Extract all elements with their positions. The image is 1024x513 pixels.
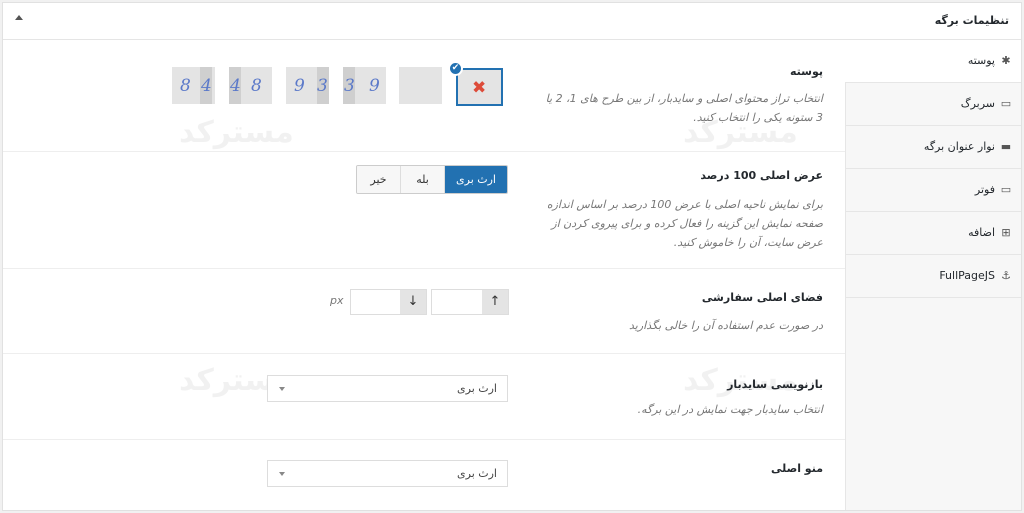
layout-option-8-4[interactable]: 8 4 xyxy=(172,67,215,104)
layout-digit: 3 xyxy=(317,76,328,96)
settings-content: مسترکد مسترکد مسترکد مسترکد پوسته انتخاب… xyxy=(3,41,845,510)
layout-option-full-width[interactable] xyxy=(399,67,442,104)
settings-tabs: ✱ پوسته ▭ سربرگ ▬ نوار عنوان برگه ▭ فوتر… xyxy=(845,40,1021,510)
spacing-top-input[interactable]: ↑ xyxy=(431,289,509,315)
extra-icon: ⊞ xyxy=(1001,226,1011,239)
fullwidth-yes-button[interactable]: بله xyxy=(401,166,445,193)
layout-digit: 4 xyxy=(230,76,241,96)
layout-option-3-9[interactable]: 3 9 xyxy=(343,67,386,104)
fullwidth-no-button[interactable]: خیر xyxy=(357,166,401,193)
spacing-description: در صورت عدم استفاده آن را خالی بگذارید xyxy=(629,319,823,332)
sidebar-select[interactable]: ارث بری xyxy=(267,375,508,402)
spacing-label: فضای اصلی سفارشی xyxy=(701,291,823,304)
caret-down-icon xyxy=(279,387,285,391)
fullwidth-label: عرض اصلی 100 درصد xyxy=(700,169,823,182)
check-icon: ✔ xyxy=(448,61,463,76)
panel-header: تنظیمات برگه xyxy=(3,3,1021,40)
layout-digit: 9 xyxy=(294,76,305,96)
layout-digit: 3 xyxy=(344,76,355,96)
tab-label: پوسته xyxy=(967,54,995,67)
tab-fullpagejs[interactable]: ⚓ FullPageJS xyxy=(845,255,1021,298)
tab-label: FullPageJS xyxy=(939,269,995,282)
layout-digit: 8 xyxy=(180,76,191,96)
fullwidth-button-group: خیر بله ارث بری xyxy=(356,165,508,194)
tab-extra[interactable]: ⊞ اضافه xyxy=(845,212,1021,255)
spacing-unit: px xyxy=(330,294,344,307)
header-icon: ▭ xyxy=(1000,97,1012,110)
arrow-up-icon: ↑ xyxy=(482,290,508,314)
layout-row: پوسته انتخاب تراز محتوای اصلی و سایدبار،… xyxy=(3,41,845,152)
fullwidth-description: برای نمایش ناحیه اصلی با عرض 100 درصد بر… xyxy=(546,198,823,249)
close-icon: ✖ xyxy=(472,78,487,98)
layout-digit: 8 xyxy=(251,76,262,96)
arrow-down-icon: ↓ xyxy=(400,290,426,314)
layout-label: پوسته xyxy=(789,65,823,78)
wrench-icon: ✱ xyxy=(1001,54,1011,67)
sidebar-select-value: ارث بری xyxy=(457,382,497,395)
spacing-bottom-input[interactable]: ↓ xyxy=(350,289,427,315)
menu-select-value: ارث بری xyxy=(457,467,497,480)
menu-select[interactable]: ارث بری xyxy=(267,460,508,487)
menu-label: منو اصلی xyxy=(770,462,823,475)
tab-label: نوار عنوان برگه xyxy=(923,140,995,153)
caret-down-icon xyxy=(279,472,285,476)
panel-title: تنظیمات برگه xyxy=(934,14,1009,27)
layout-digit: 4 xyxy=(201,76,212,96)
tab-label: سربرگ xyxy=(960,97,995,110)
tab-skin[interactable]: ✱ پوسته xyxy=(845,40,1021,83)
layout-option-inherit[interactable]: ✖ xyxy=(456,68,503,106)
layout-digit: 9 xyxy=(369,76,380,96)
sidebar-description: انتخاب سایدبار جهت نمایش در این برگه. xyxy=(637,403,823,416)
tabs-filler xyxy=(845,298,1021,510)
sidebar-label: بازنویسی سایدبار xyxy=(727,378,823,391)
layout-description: انتخاب تراز محتوای اصلی و سایدبار، از بی… xyxy=(545,92,823,124)
fullwidth-inherit-button[interactable]: ارث بری xyxy=(445,166,507,193)
tab-footer[interactable]: ▭ فوتر xyxy=(845,169,1021,212)
tab-label: اضافه xyxy=(968,226,995,239)
page-settings-panel: تنظیمات برگه ✱ پوسته ▭ سربرگ ▬ نوار عنوا… xyxy=(2,2,1022,511)
tab-title-bar[interactable]: ▬ نوار عنوان برگه xyxy=(845,126,1021,169)
collapse-toggle-icon[interactable] xyxy=(15,15,23,20)
anchor-icon: ⚓ xyxy=(1001,269,1011,282)
tab-header[interactable]: ▭ سربرگ xyxy=(845,83,1021,126)
tab-label: فوتر xyxy=(974,183,995,196)
layout-option-9-3[interactable]: 9 3 xyxy=(286,67,329,104)
layout-option-4-8[interactable]: 4 8 xyxy=(229,67,272,104)
footer-icon: ▭ xyxy=(1000,183,1012,196)
title-bar-icon: ▬ xyxy=(1000,140,1012,153)
